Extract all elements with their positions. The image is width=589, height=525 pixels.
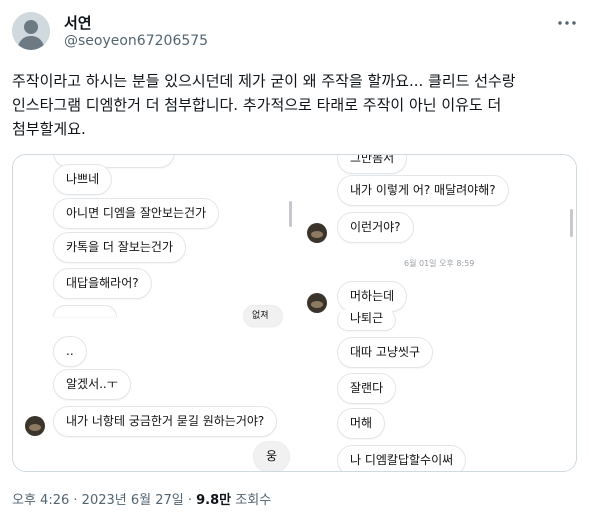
chat-bubble: 내가 너항테 궁금한거 묻길 원하는거야? bbox=[53, 406, 278, 437]
default-avatar-icon bbox=[12, 12, 50, 50]
chat-bubble-clipped: 그만봄서 bbox=[337, 155, 408, 174]
chat-bubble-partial-right: 없져 bbox=[243, 305, 283, 327]
scrollbar[interactable] bbox=[570, 209, 573, 237]
chat-bubble: 나 디엠칼답할수이써 bbox=[337, 445, 467, 471]
tweet-media[interactable]: 나쁘네 아니면 디엠을 잘안보는건가 카톡을 더 잘보는건가 대답을해라어? 없… bbox=[12, 154, 577, 472]
tweet-date[interactable]: 2023년 6월 27일 bbox=[82, 493, 184, 508]
tweet-text-line: 인스타그램 디엠한거 더 첨부합니다. 추가적으로 타래로 주작이 아닌 이유도… bbox=[12, 96, 502, 114]
chat-bubble: 머해 bbox=[337, 408, 386, 439]
author-name[interactable]: 서연 bbox=[64, 12, 92, 33]
more-horizontal-icon bbox=[558, 21, 576, 25]
scrollbar[interactable] bbox=[289, 201, 292, 227]
tweet-text-line: 첨부할게요. bbox=[12, 120, 86, 138]
chat-bubble: 알겠서..ㅜ bbox=[53, 369, 131, 400]
chat-bubble: 나쁘네 bbox=[53, 164, 113, 195]
author-handle[interactable]: @seoyeon67206575 bbox=[64, 33, 208, 49]
chat-bubble: 잘랜다 bbox=[337, 373, 397, 404]
chat-bubble: 머하는데 bbox=[337, 281, 408, 312]
views-count: 9.8만 bbox=[196, 493, 232, 508]
profile-thumbnail bbox=[307, 223, 327, 243]
tweet-text-line: 주작이라고 하시는 분들 있으시던데 제가 굳이 왜 주작을 할까요... 클리… bbox=[12, 72, 516, 90]
author-avatar[interactable] bbox=[12, 12, 50, 50]
tweet-time[interactable]: 오후 4:26 bbox=[12, 493, 69, 508]
chat-timestamp: 6월 01일 오후 8:59 bbox=[404, 259, 475, 268]
chat-bubble-partial bbox=[53, 305, 117, 317]
chat-bubble-self: 웅 bbox=[253, 441, 291, 471]
tweet-text: 주작이라고 하시는 분들 있으시던데 제가 굳이 왜 주작을 할까요... 클리… bbox=[12, 69, 578, 141]
tweet-meta: 오후 4:26 · 2023년 6월 27일 · 9.8만 조회수 bbox=[12, 489, 271, 508]
more-options-button[interactable] bbox=[556, 14, 578, 32]
chat-bubble-partial: 나퇴근 bbox=[337, 309, 397, 331]
meta-separator: · bbox=[73, 493, 78, 508]
chat-bubble: 대답을해라어? bbox=[53, 268, 152, 299]
chat-bubble: 아니면 디엠을 잘안보는건가 bbox=[53, 198, 220, 229]
chat-bubble: .. bbox=[53, 336, 87, 367]
chat-bubble: 이런거야? bbox=[337, 212, 414, 243]
profile-thumbnail bbox=[25, 416, 45, 436]
meta-separator: · bbox=[187, 493, 192, 508]
chat-screenshot-right[interactable]: 그만봄서 내가 이렇게 어? 매달려야해? 이런거야? 6월 01일 오후 8:… bbox=[301, 155, 576, 471]
views-label: 조회수 bbox=[235, 493, 272, 508]
chat-bubble: 대따 고냥씻구 bbox=[337, 337, 434, 368]
profile-thumbnail bbox=[307, 293, 327, 313]
chat-bubble: 내가 이렇게 어? 매달려야해? bbox=[337, 175, 509, 206]
chat-bubble: 카톡을 더 잘보는건가 bbox=[53, 232, 186, 263]
chat-screenshot-left[interactable]: 나쁘네 아니면 디엠을 잘안보는건가 카톡을 더 잘보는건가 대답을해라어? 없… bbox=[13, 155, 301, 471]
